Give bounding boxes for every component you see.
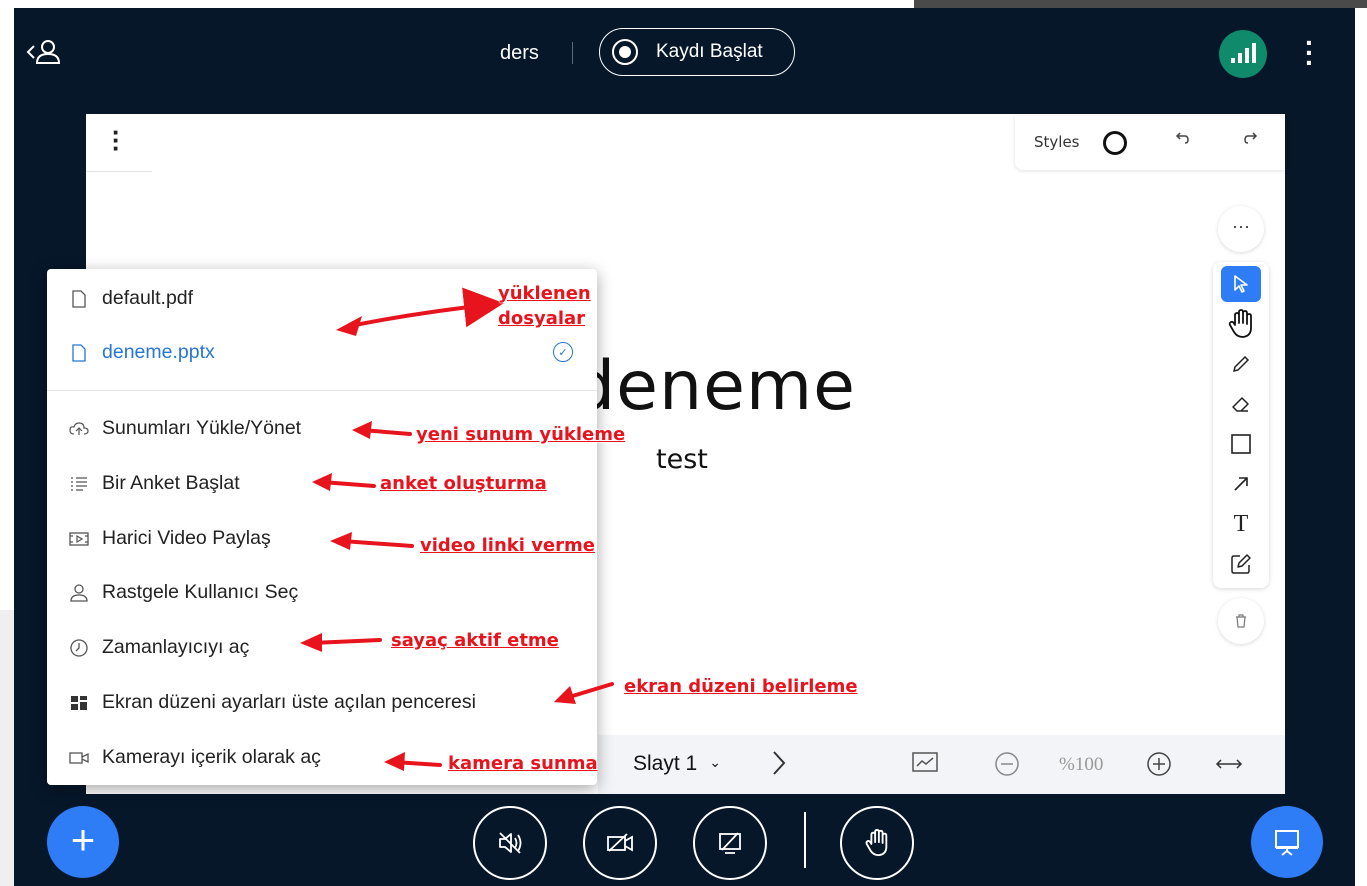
header-divider xyxy=(572,42,573,64)
share-webcam-button[interactable] xyxy=(583,806,657,880)
cloud-upload-icon xyxy=(69,419,89,439)
menu-item-camera-content[interactable]: Kamerayı içerik olarak aç xyxy=(69,746,321,769)
zoom-level: %100 xyxy=(1059,754,1104,775)
styles-bar: Styles xyxy=(1015,116,1285,170)
select-icon[interactable] xyxy=(1221,266,1261,302)
top-edge-right xyxy=(914,0,1367,8)
annotation-upload-new: yeni sunum yükleme xyxy=(416,424,626,445)
presentation-options-icon[interactable]: · · · xyxy=(112,119,121,161)
slide-title: deneme xyxy=(572,347,857,426)
left-margin xyxy=(0,610,14,886)
raise-hand-button[interactable] xyxy=(840,806,914,880)
more-tools-button[interactable]: ··· xyxy=(1218,206,1264,252)
annotation-uploaded-files-1: yüklenen xyxy=(498,283,591,304)
slide-selector-label: Slayt 1 xyxy=(633,752,698,775)
menu-item-label: Sunumları Yükle/Yönet xyxy=(102,417,302,439)
zoom-out-icon[interactable] xyxy=(994,751,1020,777)
room-name: ders xyxy=(500,42,539,64)
file-icon xyxy=(69,343,89,363)
file-icon xyxy=(69,289,89,309)
start-recording-label: Kaydı Başlat xyxy=(656,41,763,62)
arrow-icon[interactable] xyxy=(1221,466,1261,502)
camera-icon xyxy=(69,748,89,768)
join-audio-button[interactable] xyxy=(473,806,547,880)
connection-status-icon[interactable] xyxy=(1219,30,1267,78)
camera-off-icon xyxy=(607,833,633,852)
annotation-camera: kamera sunma xyxy=(448,753,598,774)
menu-item-start-poll[interactable]: Bir Anket Başlat xyxy=(69,472,240,495)
file-item-deneme-pptx[interactable]: deneme.pptx xyxy=(69,341,215,364)
redo-icon[interactable] xyxy=(1242,130,1258,151)
pencil-icon[interactable] xyxy=(1221,346,1261,382)
share-screen-button[interactable] xyxy=(693,806,767,880)
user-icon xyxy=(69,583,89,603)
check-icon: ✓ xyxy=(553,342,573,362)
speaker-muted-icon xyxy=(499,832,522,854)
rectangle-icon[interactable] xyxy=(1221,426,1261,462)
actions-button[interactable]: + xyxy=(47,806,119,878)
screen-share-off-icon xyxy=(719,832,741,854)
note-icon[interactable] xyxy=(1221,546,1261,582)
start-recording-button[interactable]: Kaydı Başlat xyxy=(599,28,795,76)
menu-item-upload-presentations[interactable]: Sunumları Yükle/Yönet xyxy=(69,417,301,440)
menu-item-label: Kamerayı içerik olarak aç xyxy=(102,746,321,768)
slide-subtitle: test xyxy=(656,444,708,475)
presentation-icon xyxy=(1275,830,1299,856)
fit-width-icon[interactable] xyxy=(1214,754,1244,774)
chevron-down-icon: ⌄ xyxy=(709,754,721,770)
hand-icon[interactable] xyxy=(1221,306,1261,342)
menu-item-random-user[interactable]: Rastgele Kullanıcı Seç xyxy=(69,581,298,604)
record-icon xyxy=(612,39,638,65)
menu-item-label: Harici Video Paylaş xyxy=(102,527,271,549)
annotation-poll: anket oluşturma xyxy=(380,473,547,494)
poll-icon xyxy=(69,474,89,494)
styles-label[interactable]: Styles xyxy=(1034,133,1080,151)
stroke-style-icon[interactable] xyxy=(1103,131,1127,155)
top-edge xyxy=(14,0,914,8)
file-label: default.pdf xyxy=(102,287,194,309)
actions-menu: default.pdf deneme.pptx ✓ Sunumları Yükl… xyxy=(47,269,597,785)
menu-item-timer[interactable]: Zamanlayıcıyı aç xyxy=(69,636,249,659)
slide-selector[interactable]: Slayt 1 ⌄ xyxy=(633,752,721,776)
file-item-default-pdf[interactable]: default.pdf xyxy=(69,287,193,310)
presentation-toggle-button[interactable] xyxy=(1251,806,1323,878)
eraser-icon[interactable] xyxy=(1221,386,1261,422)
annotation-timer: sayaç aktif etme xyxy=(391,630,559,651)
annotation-layout: ekran düzeni belirleme xyxy=(624,676,858,697)
raise-hand-icon xyxy=(865,829,888,857)
menu-divider xyxy=(47,390,597,391)
options-menu-icon[interactable]: · · · xyxy=(1305,29,1314,77)
menu-item-share-video[interactable]: Harici Video Paylaş xyxy=(69,527,271,550)
layout-icon xyxy=(69,693,89,713)
next-slide-icon[interactable] xyxy=(770,748,788,786)
zoom-in-icon[interactable] xyxy=(1146,751,1172,777)
annotation-video: video linki verme xyxy=(420,535,595,556)
annotation-uploaded-files-2: dosyalar xyxy=(498,308,586,329)
menu-item-label: Rastgele Kullanıcı Seç xyxy=(102,581,299,603)
slide-thumbnail-icon[interactable] xyxy=(912,752,938,774)
menu-item-label: Zamanlayıcıyı aç xyxy=(102,636,250,658)
text-icon[interactable]: T xyxy=(1221,506,1261,542)
menu-item-layout-settings[interactable]: Ekran düzeni ayarları üste açılan pencer… xyxy=(69,691,476,714)
clock-icon xyxy=(69,638,89,658)
whiteboard-divider xyxy=(86,171,152,172)
delete-icon[interactable] xyxy=(1218,598,1264,644)
video-icon xyxy=(69,529,89,549)
undo-icon[interactable] xyxy=(1175,130,1191,151)
bottom-divider xyxy=(804,812,806,868)
file-label: deneme.pptx xyxy=(102,341,215,363)
menu-item-label: Bir Anket Başlat xyxy=(102,472,240,494)
menu-item-label: Ekran düzeni ayarları üste açılan pencer… xyxy=(102,691,476,713)
user-list-toggle-icon[interactable] xyxy=(26,38,66,73)
drawing-toolbar: T xyxy=(1213,262,1269,588)
